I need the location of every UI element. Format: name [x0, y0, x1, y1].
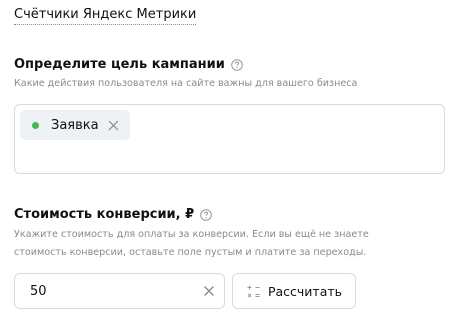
metrika-counters-link[interactable]: Счётчики Яндекс Метрики	[14, 6, 197, 25]
conversion-cost-input[interactable]	[15, 275, 202, 307]
question-circle-icon[interactable]	[231, 59, 243, 71]
calculate-button[interactable]: Рассчитать	[232, 273, 356, 309]
close-icon[interactable]	[107, 119, 120, 132]
goal-tag-label: Заявка	[51, 117, 99, 133]
goal-tag: Заявка	[20, 110, 130, 140]
calculator-icon	[246, 284, 261, 299]
conversion-section-hint-line-2: стоимость конверсии, оставьте поле пусты…	[14, 247, 367, 258]
calculate-button-label: Рассчитать	[267, 283, 343, 299]
conversion-section-title: Стоимость конверсии, ₽	[14, 207, 195, 222]
conversion-section-title-row: Стоимость конверсии, ₽	[14, 206, 212, 224]
goal-section-title: Определите цель кампании	[14, 57, 225, 72]
conversion-section-hint-line-1: Укажите стоимость для оплаты за конверси…	[14, 229, 369, 240]
campaign-goal-form: Счётчики Яндекс Метрики Определите цель …	[0, 0, 465, 330]
goal-section-hint: Какие действия пользователя на сайте важ…	[14, 78, 358, 89]
goal-status-dot	[32, 121, 39, 129]
goal-section-title-row: Определите цель кампании	[14, 56, 243, 74]
goals-input[interactable]: Заявка	[14, 104, 445, 174]
conversion-cost-field[interactable]	[14, 273, 225, 309]
question-circle-icon[interactable]	[200, 209, 212, 221]
close-icon[interactable]	[202, 284, 216, 298]
